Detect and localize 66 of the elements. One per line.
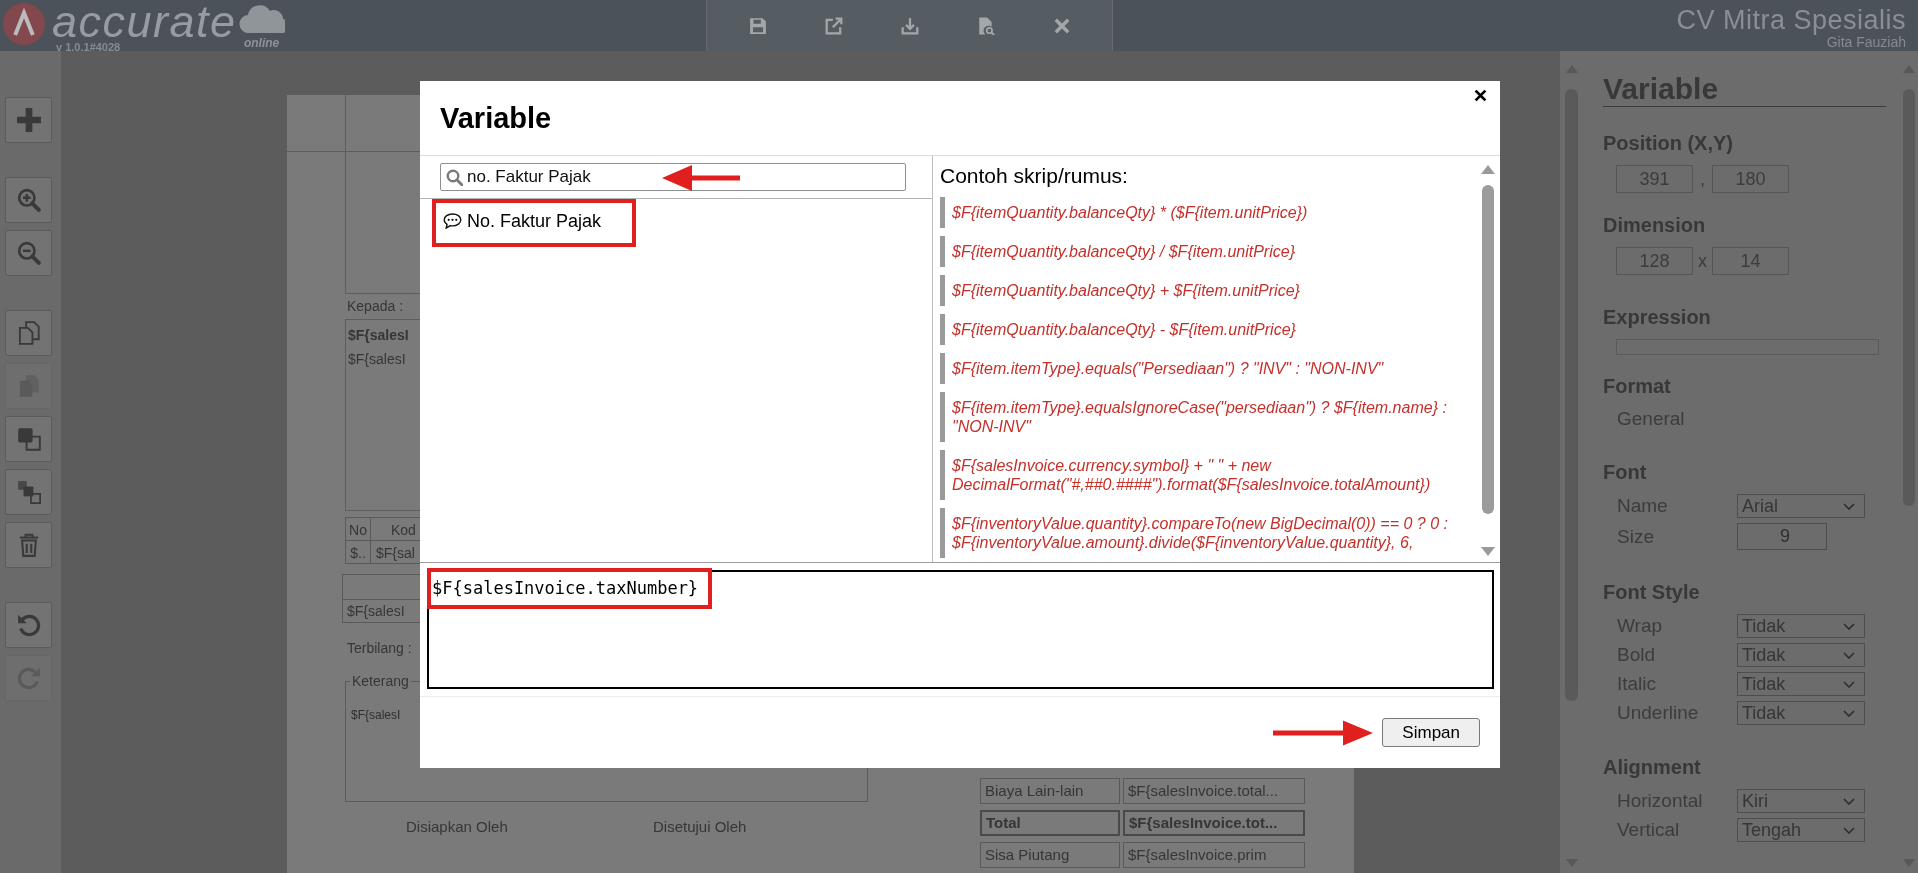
bring-to-front-button[interactable] [5, 416, 52, 462]
chevron-down-icon [1843, 622, 1855, 630]
save-icon[interactable] [748, 17, 767, 35]
scroll-up-icon[interactable] [1481, 165, 1495, 174]
variable-item[interactable]: No. Faktur Pajak [443, 209, 602, 233]
scroll-down-icon[interactable] [1481, 547, 1495, 556]
logo-wordmark: accurate [52, 3, 237, 41]
chevron-down-icon [1843, 651, 1855, 659]
close-icon[interactable] [1052, 17, 1071, 35]
send-to-back-button[interactable] [5, 469, 52, 515]
send-to-back-icon [16, 480, 41, 504]
copy-icon [16, 321, 41, 345]
download-icon[interactable] [900, 17, 919, 35]
amount-field: $F{salesI [343, 600, 405, 622]
logo-icon [3, 3, 45, 45]
example-snippet: $F{inventoryValue.quantity}.compareTo(new BigDecimal(0)) == 0 ? 0 : $F{inventoryValue.amount}.divide($F{inventoryValue.quantity}, 6, [940, 508, 1479, 558]
close-button[interactable] [1472, 87, 1488, 103]
save-button[interactable]: Simpan [1382, 718, 1480, 747]
summary-value: $F{salesInvoice.total... [1123, 778, 1305, 804]
zoom-out-button[interactable] [5, 230, 52, 276]
user-name: Gita Fauziah [1826, 35, 1906, 50]
table-cell: $.. [345, 540, 371, 564]
signature-label: Disetujui Oleh [653, 819, 747, 835]
amount-in-words-label: Terbilang : [347, 640, 412, 656]
company-name: CV Mitra Spesialis [1676, 5, 1906, 35]
chevron-down-icon [1843, 502, 1855, 510]
summary-label: Biaya Lain-lain [980, 778, 1120, 804]
zoom-out-icon [16, 241, 41, 265]
separator-text: , [1699, 168, 1706, 191]
bring-to-front-icon [16, 427, 41, 451]
search-icon [446, 169, 463, 186]
document-search-icon[interactable] [976, 17, 995, 35]
delete-button[interactable] [5, 522, 52, 568]
speech-bubble-icon [443, 213, 462, 229]
scrollbar-thumb[interactable] [1482, 185, 1494, 514]
examples-heading: Contoh skrip/rumus: [940, 165, 1129, 187]
recipient-label: Kepada : [347, 298, 404, 314]
summary-value: $F{salesInvoice.tot... [1123, 810, 1305, 836]
summary-label: Total [980, 810, 1120, 836]
chevron-down-icon [1843, 826, 1855, 834]
copy-button[interactable] [5, 310, 52, 356]
dialog-title: Variable [440, 101, 552, 135]
signature-label: Disiapkan Oleh [406, 819, 508, 835]
summary-value: $F{salesInvoice.prim [1123, 842, 1305, 868]
number-field[interactable]: 9 [1737, 523, 1827, 550]
chevron-down-icon [1843, 680, 1855, 688]
zoom-in-button[interactable] [5, 177, 52, 223]
chevron-down-icon [1843, 797, 1855, 805]
chevron-down-icon [1843, 709, 1855, 717]
plus-icon [16, 108, 41, 132]
summary-label: Sisa Piutang [980, 842, 1120, 868]
notes-legend: Keterang [350, 673, 411, 689]
logo-tagline: online [243, 36, 280, 50]
cloud-icon [238, 5, 285, 33]
add-button[interactable] [5, 97, 52, 143]
zoom-in-icon [16, 188, 41, 212]
column-header: No [345, 517, 371, 541]
customer-name-field: $F{salesI [348, 323, 409, 347]
customer-address-field: $F{salesI [348, 347, 406, 371]
undo-button[interactable] [5, 602, 52, 648]
search-field[interactable]: no. Faktur Pajak [440, 163, 906, 191]
undo-icon [16, 613, 41, 637]
export-icon[interactable] [824, 17, 843, 35]
version-label: v 1.0.1#4028 [56, 41, 122, 53]
close-icon [1473, 88, 1487, 102]
expression-field[interactable]: $F{salesInvoice.taxNumber} [427, 570, 1494, 689]
